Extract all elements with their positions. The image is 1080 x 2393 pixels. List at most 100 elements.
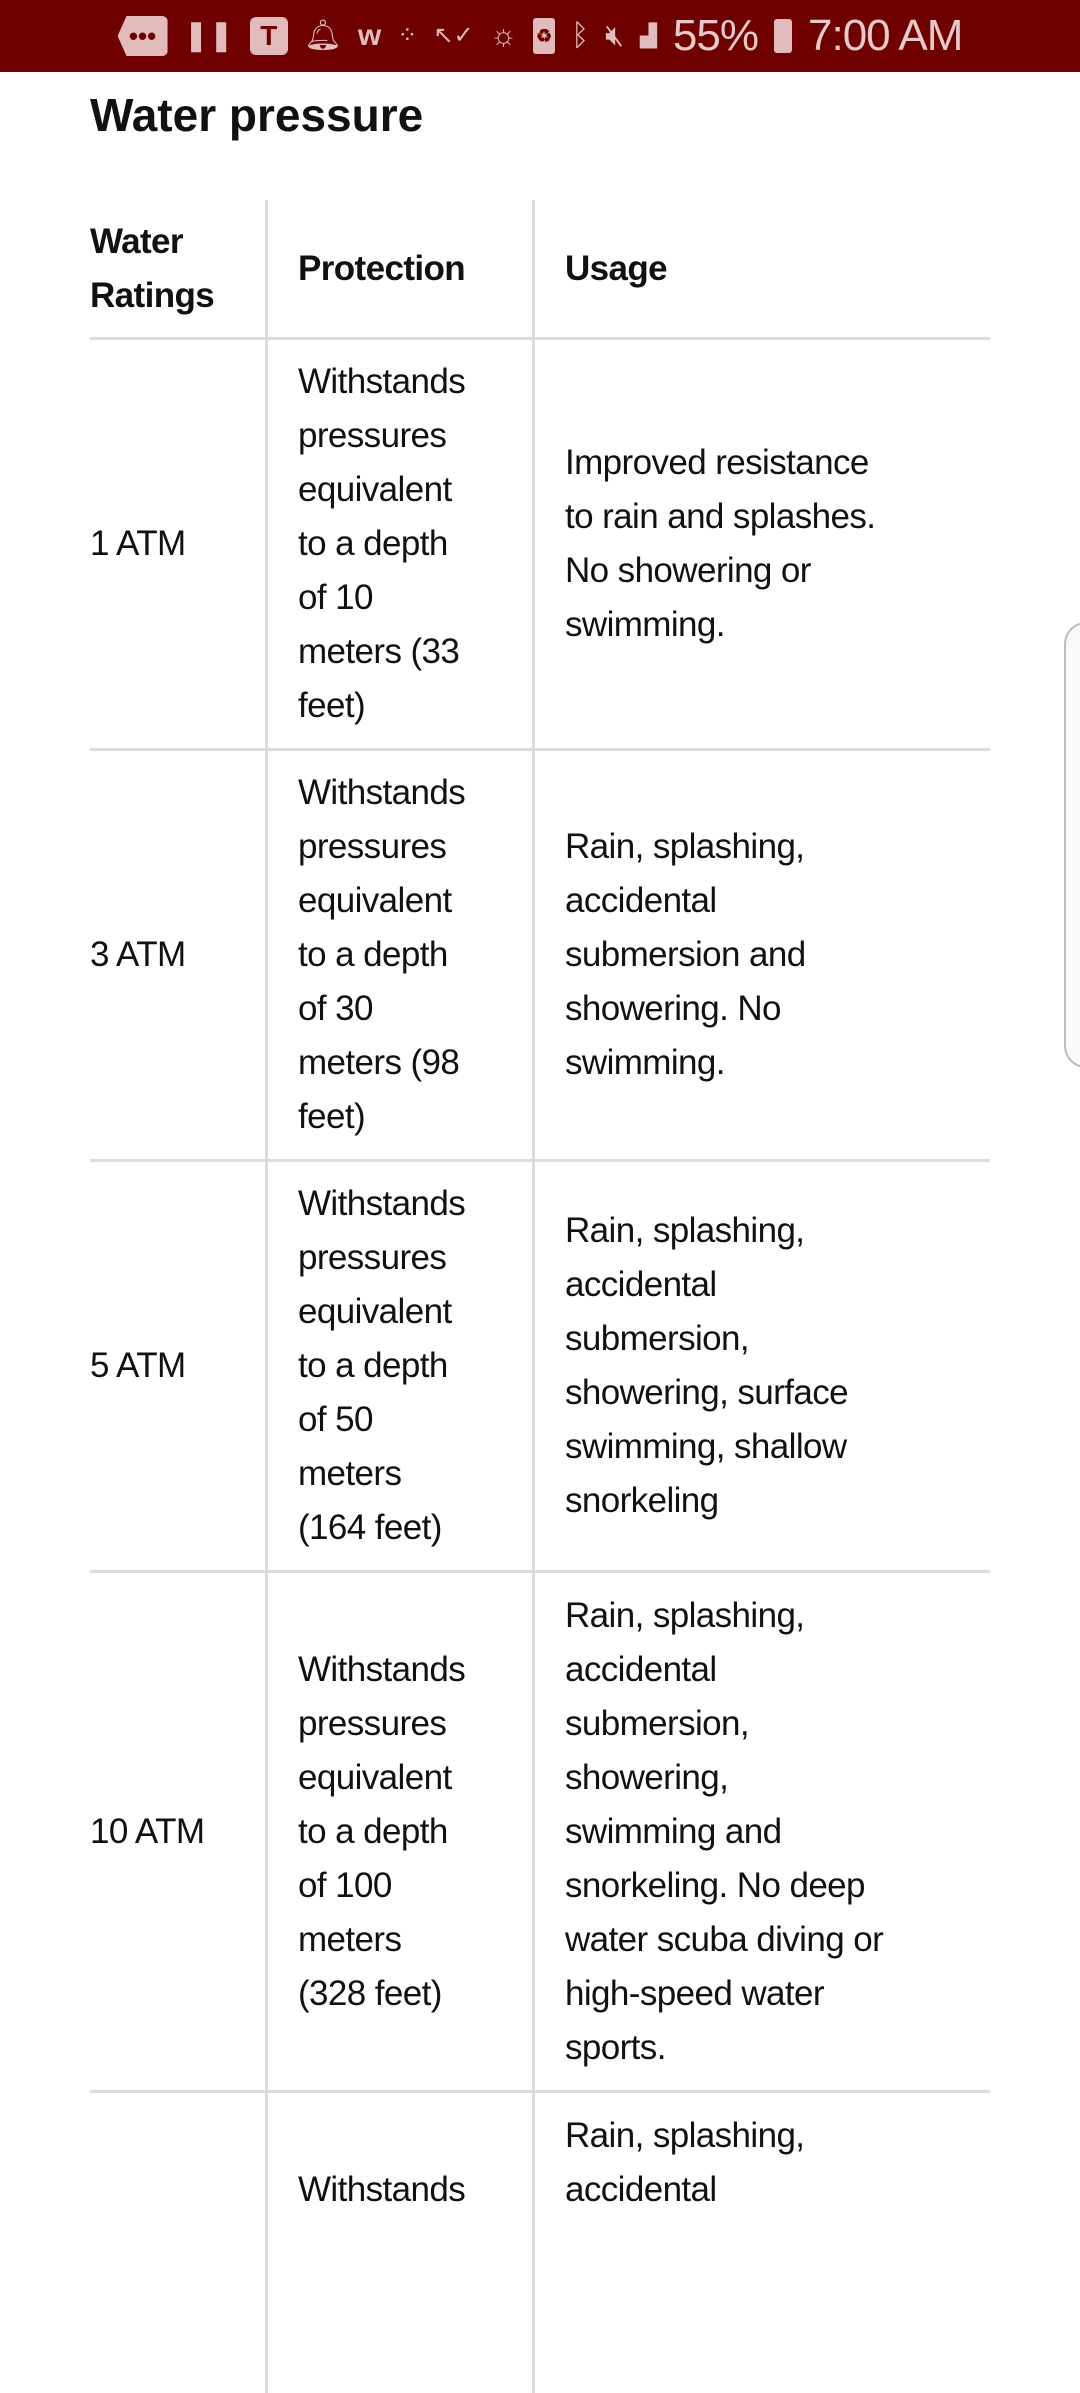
cell-text-line: swimming and bbox=[565, 1811, 782, 1851]
weather-icon: ☼ bbox=[489, 19, 518, 52]
cell-text-line: 10 ATM bbox=[90, 1811, 205, 1851]
header-water-ratings: Water Ratings bbox=[90, 221, 215, 315]
usage-cell: Improved resistance to rain and splashes.… bbox=[532, 340, 990, 748]
cell-text-line: submersion and bbox=[565, 935, 806, 974]
cell-text-line: Rain, splashing, bbox=[565, 827, 805, 866]
mute-icon: 🔇︎ bbox=[605, 19, 624, 52]
cell-text-line: feet) bbox=[298, 686, 366, 725]
cell-text-line: submersion, bbox=[565, 1703, 750, 1743]
header-protection: Protection bbox=[265, 200, 532, 337]
cell-text-line: meters (98 bbox=[298, 1043, 460, 1082]
more-icon: ••• bbox=[117, 16, 168, 56]
cell-text-line: Withstands bbox=[298, 1184, 466, 1223]
cell-text-line: 3 ATM bbox=[90, 935, 186, 974]
protection-cell: Withstands pressures equivalent to a depth o… bbox=[265, 1162, 532, 1570]
usage-cell: Rain, splashing, accidental submersion, sho… bbox=[532, 1162, 990, 1570]
cell-text-line: of 50 bbox=[298, 1400, 373, 1439]
cell-text-line: accidental bbox=[565, 1265, 717, 1304]
cell-text-line: No showering or bbox=[565, 551, 811, 590]
cell-text-line: meters (33 bbox=[298, 632, 460, 671]
section-heading: Water pressure bbox=[90, 89, 424, 141]
cell-text-line: swimming, shallow bbox=[565, 1427, 847, 1466]
cell-text-line: equivalent bbox=[298, 470, 452, 509]
bell-icon: 🔔︎ bbox=[303, 19, 342, 52]
cell-text-line: Rain, splashing, bbox=[565, 1595, 805, 1635]
cell-text-line: meters bbox=[298, 1454, 402, 1493]
cell-text-line: (164 feet) bbox=[298, 1508, 442, 1547]
cell-text-line: to a depth bbox=[298, 524, 448, 563]
cell-text-line: to a depth bbox=[298, 1346, 448, 1385]
cell-text-line: swimming. bbox=[565, 605, 726, 644]
cell-text-line: accidental bbox=[565, 881, 717, 920]
cell-text-line: Rain, splashing, bbox=[565, 2116, 805, 2155]
cell-text-line: 1 ATM bbox=[90, 524, 186, 563]
rating-cell: 3 ATM bbox=[90, 751, 265, 1159]
t-app-icon: T bbox=[249, 17, 288, 55]
cell-text-line: Withstands bbox=[298, 1649, 466, 1689]
table-row: Withstands Rain, splashing, accidental bbox=[90, 2093, 990, 2393]
cell-text-line: showering. No bbox=[565, 989, 782, 1028]
cell-text-line: of 30 bbox=[298, 989, 373, 1028]
cell-text-line: to a depth bbox=[298, 935, 448, 974]
cell-text-line: swimming. bbox=[565, 1043, 726, 1082]
edge-panel-handle[interactable] bbox=[1064, 622, 1080, 1068]
rating-cell bbox=[90, 2093, 265, 2393]
rating-cell: 1 ATM bbox=[90, 340, 265, 748]
cell-text-line: submersion, bbox=[565, 1319, 750, 1358]
protection-cell: Withstands pressures equivalent to a depth o… bbox=[265, 340, 532, 748]
table-row: 5 ATM Withstands pressures equivalent to a d… bbox=[90, 1162, 990, 1573]
cell-text-line: snorkeling. No deep bbox=[565, 1865, 866, 1905]
cell-text-line: pressures bbox=[298, 827, 447, 866]
cell-text-line: meters bbox=[298, 1919, 402, 1959]
usage-cell: Rain, splashing, accidental submersion and… bbox=[532, 751, 990, 1159]
check-arrow-icon: ↖✓ bbox=[433, 22, 474, 49]
table-row: 3 ATM Withstands pressures equivalent to a d… bbox=[90, 751, 990, 1162]
cell-text-line: equivalent bbox=[298, 881, 452, 920]
pause-icon: ❚❚ bbox=[183, 19, 234, 52]
cell-text-line: to a depth bbox=[298, 1811, 448, 1851]
status-bar: ••• ❚❚ T 🔔︎ w ⁘ ↖✓ ☼ ♻ ᛒ 🔇︎ ▟ 55% 7:00 A… bbox=[0, 0, 1080, 72]
cell-text-line: Improved resistance bbox=[565, 443, 869, 482]
cell-text-line: accidental bbox=[565, 1649, 717, 1689]
cell-text-line: sports. bbox=[565, 2027, 666, 2067]
header-usage: Usage bbox=[532, 200, 990, 337]
cell-text-line: equivalent bbox=[298, 1757, 452, 1797]
cell-text-line: high-speed water bbox=[565, 1973, 825, 2013]
cell-text-line: showering, bbox=[565, 1757, 729, 1797]
w-app-icon: w bbox=[357, 19, 382, 52]
protection-cell: Withstands bbox=[265, 2093, 532, 2393]
battery-percent: 55% bbox=[672, 11, 759, 60]
cell-text-line: to rain and splashes. bbox=[565, 497, 876, 536]
table-header-row: Water Ratings Protection Usage bbox=[90, 200, 990, 340]
cell-text-line: (328 feet) bbox=[298, 1973, 442, 2013]
cell-text-line: water scuba diving or bbox=[565, 1919, 884, 1959]
cell-text-line: of 10 bbox=[298, 578, 373, 617]
cell-text-line: showering, surface bbox=[565, 1373, 849, 1412]
rating-cell: 5 ATM bbox=[90, 1162, 265, 1570]
cell-text-line: Withstands bbox=[298, 2170, 466, 2209]
cell-text-line: Withstands bbox=[298, 362, 466, 401]
fitbit-icon: ⁘ bbox=[397, 22, 418, 49]
cell-text-line: Withstands bbox=[298, 773, 466, 812]
rating-cell: 10 ATM bbox=[90, 1573, 265, 2090]
cell-text-line: Rain, splashing, bbox=[565, 1211, 805, 1250]
cell-text-line: of 100 bbox=[298, 1865, 392, 1905]
table-row: 1 ATM Withstands pressures equivalent to a d… bbox=[90, 340, 990, 751]
cell-text-line: 5 ATM bbox=[90, 1346, 186, 1385]
cell-text-line: pressures bbox=[298, 416, 447, 455]
cell-text-line: equivalent bbox=[298, 1292, 452, 1331]
protection-cell: Withstands pressures equivalent to a depth o… bbox=[265, 1573, 532, 2090]
clock: 7:00 AM bbox=[808, 11, 963, 60]
cell-text-line: pressures bbox=[298, 1703, 447, 1743]
battery-icon bbox=[774, 19, 792, 53]
protection-cell: Withstands pressures equivalent to a depth o… bbox=[265, 751, 532, 1159]
cell-text-line: snorkeling bbox=[565, 1481, 719, 1520]
cell-text-line: pressures bbox=[298, 1238, 447, 1277]
usage-cell: Rain, splashing, accidental submersion, sho… bbox=[532, 1573, 990, 2090]
battery-saver-icon: ♻ bbox=[533, 18, 556, 54]
water-ratings-table: Water Ratings Protection Usage 1 ATM With… bbox=[90, 200, 990, 2393]
cell-text-line: accidental bbox=[565, 2170, 717, 2209]
usage-cell: Rain, splashing, accidental bbox=[532, 2093, 990, 2393]
table-row: 10 ATM Withstands pressures equivalent to a … bbox=[90, 1573, 990, 2093]
lte-signal-icon: ▟ bbox=[640, 23, 657, 48]
